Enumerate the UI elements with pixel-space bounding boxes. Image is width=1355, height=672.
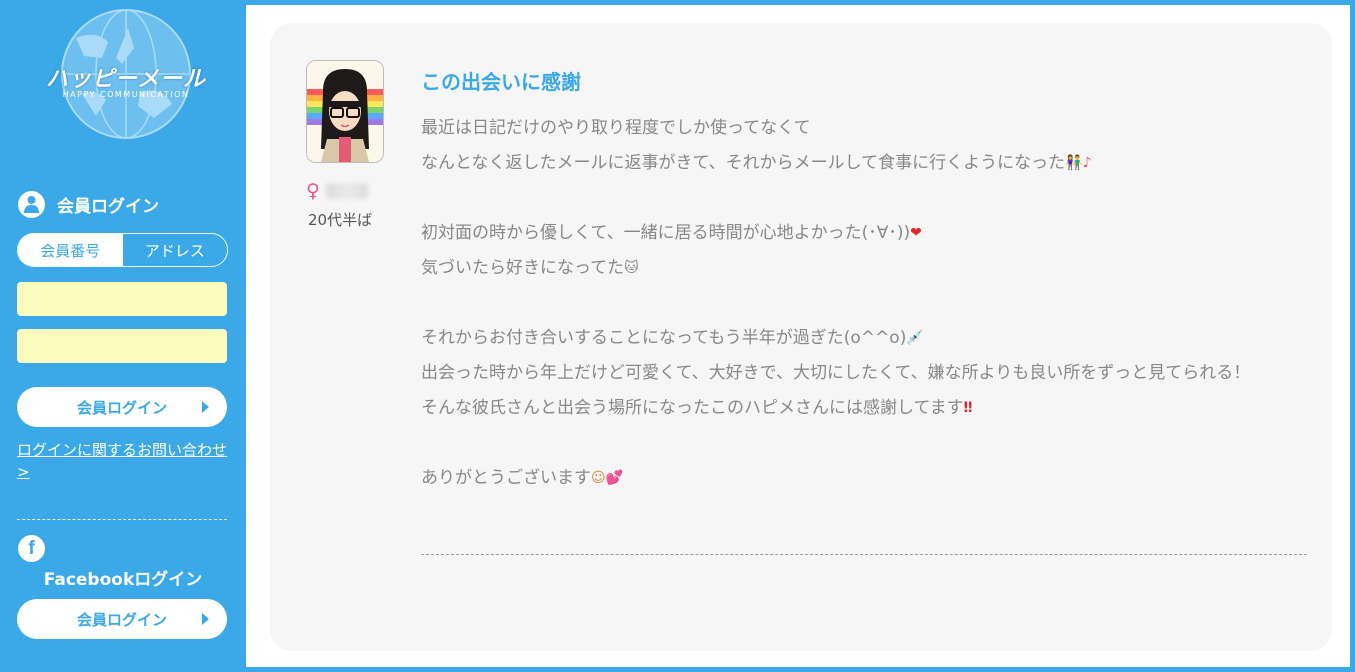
user-icon xyxy=(18,190,45,218)
logo-subtitle: HAPPY COMMUNICATION xyxy=(62,90,190,99)
smile-icon: ☺ xyxy=(591,470,606,486)
sidebar-divider xyxy=(17,519,227,520)
post-line: そんな彼氏さんと出会う場所になったこのハピメさんには感謝してます‼ xyxy=(421,398,973,418)
blurred-username xyxy=(325,183,368,199)
avatar[interactable] xyxy=(306,60,384,163)
post-line: それからお付き合いすることになってもう半年が過ぎた(o^^o)💉 xyxy=(421,328,924,348)
post-line: 最近は日記だけのやり取り程度でしか使ってなくて xyxy=(421,118,811,138)
login-help-link[interactable]: ログインに関するお問い合わせ > xyxy=(17,439,232,483)
main-content: ♀ 20代半ば この出会いに感謝 最近は日記だけのやり取り程度でしか使ってなくて… xyxy=(246,5,1350,667)
sidebar: ハッピーメール HAPPY COMMUNICATION 会員ログイン 会員番号 … xyxy=(0,0,246,672)
user-info: ♀ xyxy=(306,180,368,202)
music-icon: ♪ xyxy=(1082,155,1092,171)
heart-icon: ❤ xyxy=(910,225,922,241)
login-title: 会員ログイン xyxy=(57,196,159,217)
member-id-input[interactable] xyxy=(17,282,227,316)
user-age: 20代半ば xyxy=(308,211,373,229)
login-header: 会員ログイン xyxy=(18,190,159,218)
double-exclamation-icon: ‼ xyxy=(963,400,973,416)
post-line: 初対面の時から優しくて、一緒に居る時間が心地よかった(･∀･))❤ xyxy=(421,223,922,243)
post-line: ありがとうございます☺💕 xyxy=(421,468,624,488)
syringe-icon: 💉 xyxy=(906,330,924,346)
member-login-button-label: 会員ログイン xyxy=(76,398,167,417)
password-input[interactable] xyxy=(17,329,227,363)
post-line: 出会った時から年上だけど可愛くて、大好きで、大切にしたくて、嫌な所よりも良い所を… xyxy=(421,363,1251,383)
facebook-login-button-label: 会員ログイン xyxy=(76,610,167,629)
arrow-right-icon xyxy=(202,401,209,413)
couple-icon: 👫 xyxy=(1065,155,1083,171)
hearts-icon: 💕 xyxy=(605,470,624,486)
tab-member-number[interactable]: 会員番号 xyxy=(18,234,123,266)
logo-text: ハッピーメール xyxy=(45,67,207,92)
member-login-button[interactable]: 会員ログイン xyxy=(17,387,227,427)
post-title: この出会いに感謝 xyxy=(421,70,581,94)
post-line: なんとなく返したメールに返事がきて、それからメールして食事に行くようになった👫♪ xyxy=(421,153,1092,173)
post-divider xyxy=(421,554,1307,555)
facebook-icon: f xyxy=(18,535,45,562)
arrow-right-icon xyxy=(202,613,209,625)
facebook-login-title: Facebookログイン xyxy=(43,570,203,590)
post-line: 気づいたら好きになってた🐱 xyxy=(421,258,639,278)
tab-address[interactable]: アドレス xyxy=(122,234,227,266)
cat-icon: 🐱 xyxy=(624,260,639,276)
login-tabs: 会員番号 アドレス xyxy=(17,233,228,267)
facebook-login-button[interactable]: 会員ログイン xyxy=(17,599,227,639)
testimonial-card: ♀ 20代半ば この出会いに感謝 最近は日記だけのやり取り程度でしか使ってなくて… xyxy=(270,23,1332,651)
female-icon: ♀ xyxy=(306,180,320,202)
brand-logo[interactable]: ハッピーメール HAPPY COMMUNICATION xyxy=(36,8,216,144)
post-body: 最近は日記だけのやり取り程度でしか使ってなくて なんとなく返したメールに返事がき… xyxy=(421,111,1311,496)
